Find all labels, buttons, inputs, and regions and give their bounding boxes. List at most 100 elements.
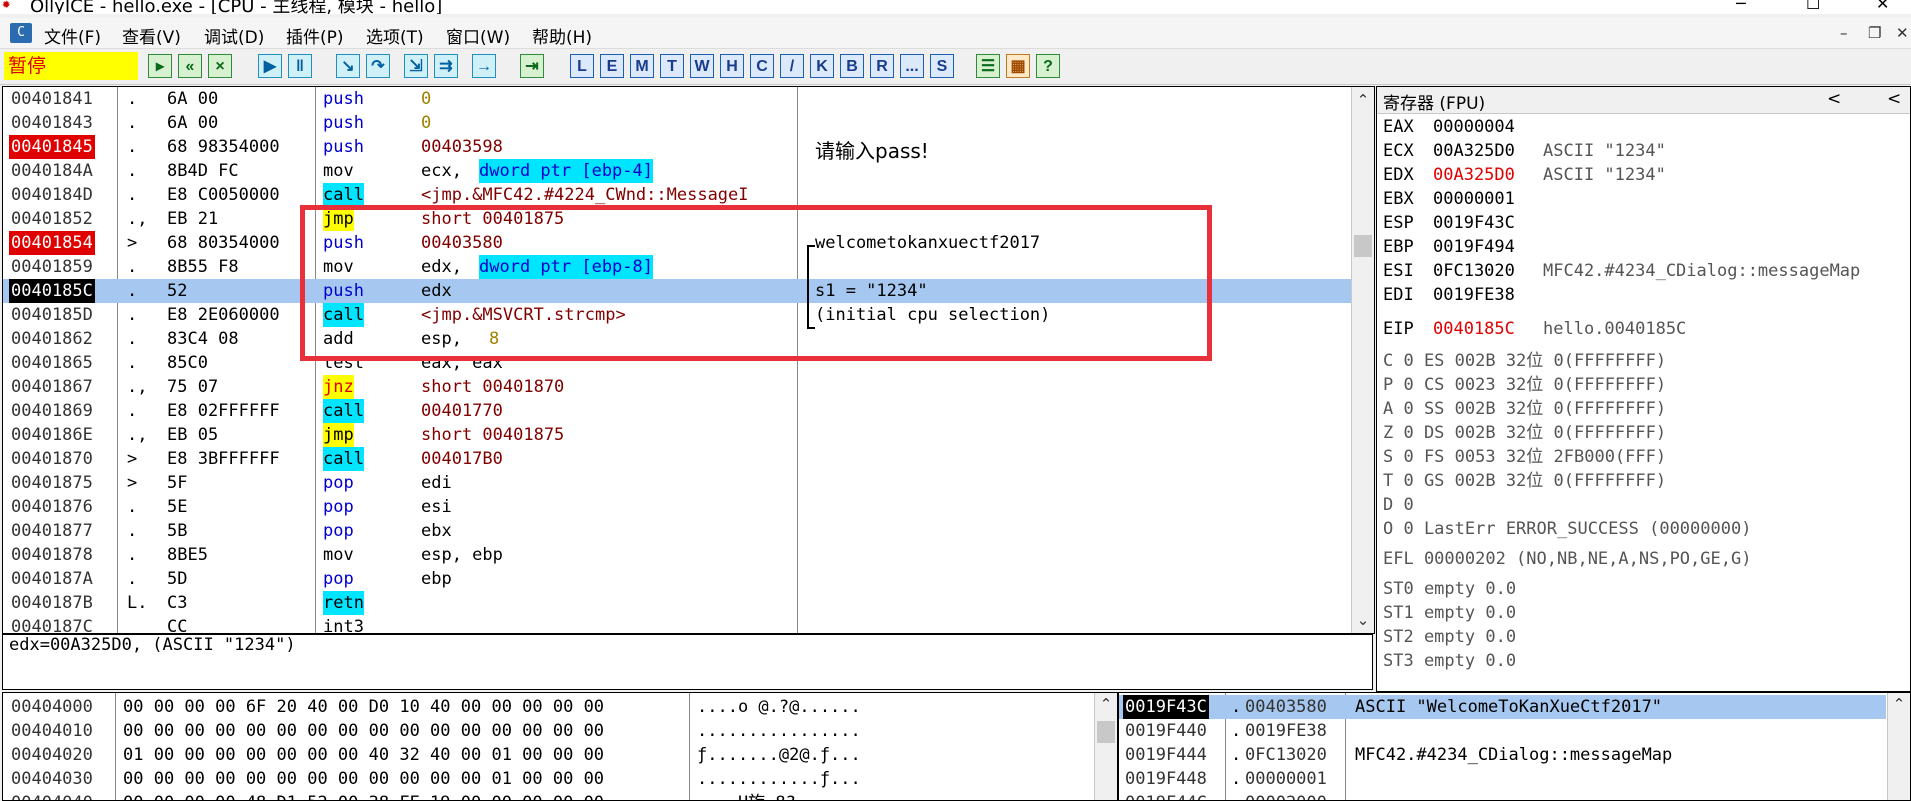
dump-address[interactable]: 00404010	[11, 719, 93, 743]
cpu-window-button[interactable]: C	[750, 54, 774, 78]
stack-address[interactable]: 0019F440	[1123, 719, 1209, 743]
disasm-address[interactable]: 0040187A	[9, 567, 95, 591]
trace-over-icon[interactable]: ⇉	[434, 54, 458, 78]
source-window-button[interactable]: S	[930, 54, 954, 78]
memory-dump-pane[interactable]: 00404000 00 00 00 00 6F 20 40 00 D0 10 40…	[2, 692, 1118, 801]
stack-row[interactable]: 0019F448. 00000001	[1119, 767, 1886, 791]
stack-address[interactable]: 0019F448	[1123, 767, 1209, 791]
help-icon[interactable]: ?	[1036, 54, 1060, 78]
mdi-close-button[interactable]: ✕	[1896, 24, 1909, 42]
mdi-minimize-button[interactable]: –	[1840, 24, 1848, 42]
stack-row[interactable]: 0019F43C. 00403580 ASCII "WelcomeToKanXueC…	[1119, 695, 1886, 719]
dump-scrollbar[interactable]: ⌃	[1094, 693, 1117, 800]
handles-window-button[interactable]: H	[720, 54, 744, 78]
grid-icon[interactable]: ▦	[1006, 54, 1030, 78]
disasm-row[interactable]: 00401869. E8 02FFFFFF call 00401770	[3, 399, 1352, 423]
disasm-row[interactable]: 0040187B L. C3 retn	[3, 591, 1352, 615]
disasm-row[interactable]: 0040184D. E8 C0050000 call <jmp.&MFC42.#422…	[3, 183, 1352, 207]
dump-address[interactable]: 00404040	[11, 791, 93, 800]
step-over-icon[interactable]: ↷	[366, 54, 390, 78]
menu-debug[interactable]: 调试(D)	[204, 23, 264, 48]
disasm-row[interactable]: 00401870 > E8 3BFFFFFF call 004017B0	[3, 447, 1352, 471]
disassembly-pane[interactable]: 00401841. 6A 00 push 0 00401843. 6A 00 push 0 00…	[2, 86, 1375, 634]
disasm-row[interactable]: 0040185D. E8 2E060000 call <jmp.&MSVCRT.str…	[3, 303, 1352, 327]
dump-address[interactable]: 00404020	[11, 743, 93, 767]
trace-into-icon[interactable]: ⇲	[404, 54, 428, 78]
registers-pane[interactable]: 寄存器 (FPU) < < EAX 00000004 ECX 00A325D0 ASCI…	[1376, 86, 1911, 692]
disasm-row[interactable]: 00401865. 85C0 test eax, eax	[3, 351, 1352, 375]
stack-address[interactable]: 0019F44C	[1123, 791, 1209, 800]
disasm-row[interactable]: 00401845. 68 98354000 push 00403598 请输入pass!	[3, 135, 1352, 163]
menu-help[interactable]: 帮助(H)	[532, 23, 592, 48]
stack-address[interactable]: 0019F43C	[1123, 695, 1209, 719]
disasm-row[interactable]: 00401843. 6A 00 push 0	[3, 111, 1352, 135]
disasm-row[interactable]: 0040187C CC int3	[3, 615, 1352, 633]
step-into-icon[interactable]: ↘	[336, 54, 360, 78]
disasm-row[interactable]: 00401862. 83C4 08 add esp, 8	[3, 327, 1352, 351]
menu-plugins[interactable]: 插件(P)	[286, 23, 344, 48]
disasm-address[interactable]: 00401870	[9, 447, 95, 471]
disasm-address[interactable]: 00401852	[9, 207, 95, 231]
patches-window-button[interactable]: /	[780, 54, 804, 78]
disasm-address[interactable]: 00401841	[9, 87, 95, 111]
threads-window-button[interactable]: T	[660, 54, 684, 78]
modules-window-button[interactable]: E	[600, 54, 624, 78]
close-button[interactable]: ✕	[1876, 0, 1889, 13]
disasm-address[interactable]: 00401862	[9, 327, 95, 351]
minimize-button[interactable]: ─	[1736, 0, 1746, 13]
stack-row[interactable]: 0019F440. 0019FE38	[1119, 719, 1886, 743]
stack-row[interactable]: 0019F44C. 00002000	[1119, 791, 1886, 800]
restart-icon[interactable]: «	[178, 54, 202, 78]
menu-options[interactable]: 选项(T)	[366, 23, 424, 48]
menu-view[interactable]: 查看(V)	[122, 23, 181, 48]
disasm-row[interactable]: 00401876. 5E pop esi	[3, 495, 1352, 519]
references-window-button[interactable]: R	[870, 54, 894, 78]
menu-file[interactable]: 文件(F)	[44, 23, 101, 48]
disasm-row[interactable]: 00401841. 6A 00 push 0	[3, 87, 1352, 111]
disasm-address[interactable]: 00401859	[9, 255, 95, 279]
memory-window-button[interactable]: M	[630, 54, 654, 78]
app-icon[interactable]: C	[10, 23, 32, 43]
disasm-address[interactable]: 00401869	[9, 399, 95, 423]
execute-till-return-icon[interactable]: →	[472, 54, 496, 78]
disasm-row[interactable]: 0040186E., EB 05 jmp short 00401875	[3, 423, 1352, 447]
disasm-address[interactable]: 00401876	[9, 495, 95, 519]
disasm-row[interactable]: 0040185C. 52 push edx s1 = "1234"	[3, 279, 1352, 303]
disasm-address[interactable]: 0040187C	[9, 615, 95, 633]
registers-header[interactable]: 寄存器 (FPU) < <	[1377, 87, 1910, 114]
scroll-down-icon[interactable]: ⌄	[1352, 611, 1374, 629]
disasm-address[interactable]: 0040186E	[9, 423, 95, 447]
disasm-row[interactable]: 0040187A. 5D pop ebp	[3, 567, 1352, 591]
run-icon[interactable]: ▶	[258, 54, 282, 78]
stack-scrollbar[interactable]: ⌃	[1887, 693, 1910, 800]
disasm-address[interactable]: 0040187B	[9, 591, 95, 615]
goto-icon[interactable]: ⇥	[520, 54, 544, 78]
menu-window[interactable]: 窗口(W)	[446, 23, 510, 48]
disasm-address[interactable]: 0040184D	[9, 183, 95, 207]
stack-pane[interactable]: 0019F43C. 00403580 ASCII "WelcomeToKanXueC…	[1118, 692, 1911, 801]
disasm-address[interactable]: 00401865	[9, 351, 95, 375]
disasm-row[interactable]: 00401859. 8B55 F8 mov edx, dword ptr [ebp-8]	[3, 255, 1352, 279]
disasm-address[interactable]: 00401875	[9, 471, 95, 495]
dump-address[interactable]: 00404000	[11, 695, 93, 719]
pause-icon[interactable]: ‖	[288, 54, 312, 78]
stack-address[interactable]: 0019F444	[1123, 743, 1209, 767]
disasm-address[interactable]: 00401845	[9, 135, 95, 159]
open-icon[interactable]: ▸	[148, 54, 172, 78]
disasm-address[interactable]: 00401867	[9, 375, 95, 399]
stack-row[interactable]: 0019F444. 0FC13020 MFC42.#4234_CDialog::me…	[1119, 743, 1886, 767]
disasm-row[interactable]: 00401867., 75 07 jnz short 00401870	[3, 375, 1352, 399]
disasm-row[interactable]: 00401878. 8BE5 mov esp, ebp	[3, 543, 1352, 567]
disasm-row[interactable]: 00401877. 5B pop ebx	[3, 519, 1352, 543]
disasm-row[interactable]: 00401875 >5F pop edi	[3, 471, 1352, 495]
disasm-row[interactable]: 00401852., EB 21 jmp short 00401875	[3, 207, 1352, 231]
log-window-button[interactable]: L	[570, 54, 594, 78]
scroll-up-icon[interactable]: ⌃	[1352, 91, 1374, 109]
close-icon[interactable]: ×	[208, 54, 232, 78]
windows-window-button[interactable]: W	[690, 54, 714, 78]
disasm-row[interactable]: 00401854 >68 80354000 push 00403580 welcomet…	[3, 231, 1352, 255]
callstack-window-button[interactable]: K	[810, 54, 834, 78]
disasm-address[interactable]: 00401877	[9, 519, 95, 543]
scroll-up-icon[interactable]: ⌃	[1888, 695, 1910, 713]
maximize-button[interactable]: ☐	[1806, 0, 1820, 13]
